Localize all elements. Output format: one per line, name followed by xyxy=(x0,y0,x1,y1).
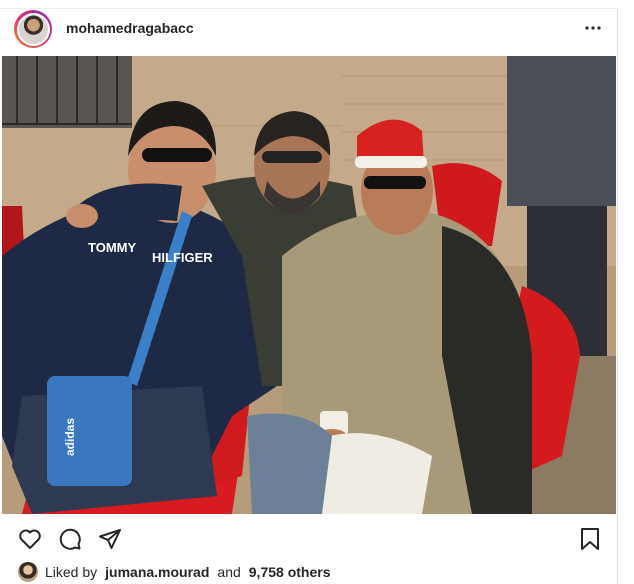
likes-others-link[interactable]: 9,758 others xyxy=(249,564,331,580)
sweater-text-left: TOMMY xyxy=(88,240,136,255)
bookmark-icon[interactable] xyxy=(576,525,604,553)
post-header: mohamedragabacc xyxy=(0,9,617,55)
instagram-post: mohamedragabacc TOMMY HILFIGER adidas Li… xyxy=(0,8,618,584)
post-username[interactable]: mohamedragabacc xyxy=(66,20,194,36)
post-photo[interactable]: TOMMY HILFIGER adidas xyxy=(2,56,616,514)
comment-icon[interactable] xyxy=(56,525,84,553)
more-horizontal-icon[interactable] xyxy=(583,18,603,38)
bag-brand-text: adidas xyxy=(63,418,77,456)
profile-avatar-ring[interactable] xyxy=(14,10,52,48)
sweater-text-right: HILFIGER xyxy=(152,250,213,265)
avatar[interactable] xyxy=(16,12,50,46)
likes-prefix: Liked by xyxy=(45,564,98,580)
post-actions-bar xyxy=(0,517,617,561)
heart-icon[interactable] xyxy=(16,525,44,553)
likes-conjunction: and xyxy=(217,564,241,580)
likes-summary: Liked by jumana.mourad and 9,758 others xyxy=(18,561,330,583)
send-icon[interactable] xyxy=(96,525,124,553)
liker-avatar[interactable] xyxy=(18,562,38,582)
liker-username[interactable]: jumana.mourad xyxy=(105,564,209,580)
